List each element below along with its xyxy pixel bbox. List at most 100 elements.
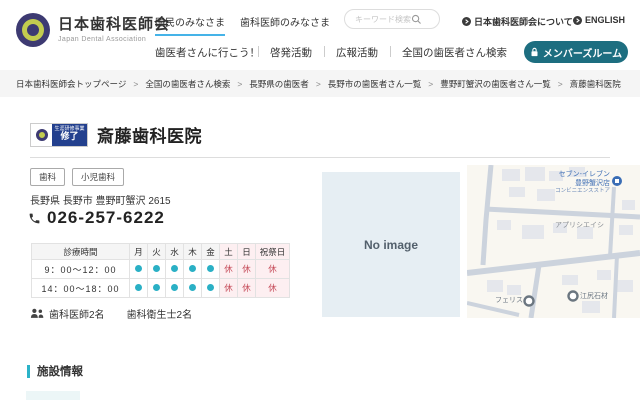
schedule-time-cell: 14：00～18：00 [32,279,130,298]
schedule-day-cell [148,279,166,298]
schedule-day-cell [184,279,202,298]
schedule-day-cell [166,279,184,298]
map-label-appreciation[interactable]: アプリシエイシ [555,221,604,230]
page-title: 斎藤歯科医院 [97,122,202,147]
search-input[interactable] [345,15,411,24]
schedule-day-cell: 休 [238,279,256,298]
open-dot-icon [153,265,160,272]
english-link[interactable]: ENGLISH [573,15,625,25]
open-dot-icon [135,265,142,272]
heading-accent-bar [27,365,30,378]
lifelong-training-badge: 生涯研修事業 修了 [30,123,88,147]
staff-info: 歯科医師2名 歯科衛生士2名 [30,306,192,321]
jda-logo[interactable]: 日本歯科医師会 Japan Dental Association [16,13,170,47]
phone-number: 026-257-6222 [47,208,165,228]
tab-dentists[interactable]: 歯科医師のみなさま [240,14,330,34]
schedule-header-cell: 木 [184,244,202,260]
breadcrumb-town[interactable]: 豊野町蟹沢の歯医者さん一覧 [440,78,551,90]
schedule-day-cell: 休 [256,279,290,298]
nav-go-to-dentist[interactable]: 歯医者さんに行こう！ [155,45,260,60]
map-label-ejiri-stone[interactable]: 江尻石材 [580,292,608,301]
schedule-day-cell [166,260,184,279]
staff-dentists: 歯科医師2名 [49,306,105,321]
tag-dental: 歯科 [30,168,65,186]
schedule-row: 14：00～18：00 休 休 休 [32,279,290,298]
schedule-day-cell: 休 [220,260,238,279]
open-dot-icon [153,284,160,291]
open-dot-icon [207,265,214,272]
clinic-photo-placeholder: No image [322,172,460,317]
divider [30,157,610,158]
divider [324,46,325,57]
open-dot-icon [207,284,214,291]
schedule-day-cell [130,260,148,279]
members-room-button[interactable]: メンバーズルーム [524,41,628,63]
schedule-header-cell: 火 [148,244,166,260]
staff-hygienists: 歯科衛生士2名 [127,306,193,321]
schedule-table: 診療時間 月 火 水 木 金 土 日 祝祭日 9：00～12：00 休 休 休 … [31,243,290,298]
schedule-header-cell: 土 [220,244,238,260]
schedule-header-cell: 日 [238,244,256,260]
nav-pr[interactable]: 広報活動 [336,45,378,60]
schedule-row: 9：00～12：00 休 休 休 [32,260,290,279]
phone-icon [28,212,41,225]
arrow-circle-icon [573,16,582,25]
logo-subtitle: Japan Dental Association [58,36,170,43]
clinic-phone: 026-257-6222 [28,208,165,228]
shop-poi-icon [525,297,534,306]
badge-emblem-icon [36,129,48,141]
jda-emblem-icon [16,13,50,47]
divider [258,46,259,57]
breadcrumb-current: 斎藤歯科医院 [570,78,621,90]
schedule-header-cell: 祝祭日 [256,244,290,260]
people-icon [30,308,44,319]
divider [390,46,391,57]
schedule-day-cell [184,260,202,279]
schedule-header-cell: 水 [166,244,184,260]
schedule-day-cell: 休 [220,279,238,298]
breadcrumb-search[interactable]: 全国の歯医者さん検索 [145,78,230,90]
map-label-seven-eleven[interactable]: セブン-イレブン 豊野蟹沢店 コンビニエンスストア [555,170,610,195]
schedule-day-cell: 休 [238,260,256,279]
map-canvas [467,165,640,318]
open-dot-icon [135,284,142,291]
schedule-header-row: 診療時間 月 火 水 木 金 土 日 祝祭日 [32,244,290,260]
facility-table-edge [26,391,80,400]
tag-pediatric-dental: 小児歯科 [72,168,124,186]
nav-awareness[interactable]: 啓発活動 [270,45,312,60]
schedule-time-cell: 9：00～12：00 [32,260,130,279]
no-image-label: No image [364,238,418,252]
nav-dentist-search[interactable]: 全国の歯医者さん検索 [402,45,507,60]
breadcrumb-city[interactable]: 長野市の歯医者さん一覧 [328,78,422,90]
page: 日本歯科医師会 Japan Dental Association 国民のみなさま… [0,0,640,400]
schedule-day-cell [148,260,166,279]
schedule-header-cell: 金 [202,244,220,260]
header: 日本歯科医師会 Japan Dental Association 国民のみなさま… [0,0,640,70]
breadcrumb-home[interactable]: 日本歯科医師会トップページ [16,78,126,90]
map-label-felice[interactable]: フェリス [495,296,523,305]
arrow-circle-icon [462,17,471,26]
schedule-day-cell: 休 [256,260,290,279]
schedule-day-cell [202,279,220,298]
department-tags: 歯科 小児歯科 [30,168,124,186]
schedule-header-cell: 診療時間 [32,244,130,260]
open-dot-icon [171,265,178,272]
schedule-day-cell [202,260,220,279]
schedule-header-cell: 月 [130,244,148,260]
keyword-search [344,9,440,29]
shop-poi-icon [569,292,578,301]
facility-info-heading: 施設情報 [27,363,83,379]
breadcrumb: 日本歯科医師会トップページ > 全国の歯医者さん検索 > 長野県の歯医者 > 長… [0,70,640,97]
clinic-title-row: 生涯研修事業 修了 斎藤歯科医院 [30,122,202,147]
location-map[interactable]: セブン-イレブン 豊野蟹沢店 コンビニエンスストア アプリシエイシ フェリス 江… [467,165,640,318]
tab-citizens[interactable]: 国民のみなさま [155,14,225,36]
schedule-day-cell [130,279,148,298]
open-dot-icon [189,265,196,272]
lock-icon [530,47,539,57]
about-jda-link[interactable]: 日本歯科医師会について [462,15,573,28]
breadcrumb-prefecture[interactable]: 長野県の歯医者 [249,78,309,90]
open-dot-icon [189,284,196,291]
logo-title: 日本歯科医師会 [58,17,170,34]
search-icon[interactable] [411,14,422,25]
clinic-address: 長野県 長野市 豊野町蟹沢 2615 [30,192,171,207]
